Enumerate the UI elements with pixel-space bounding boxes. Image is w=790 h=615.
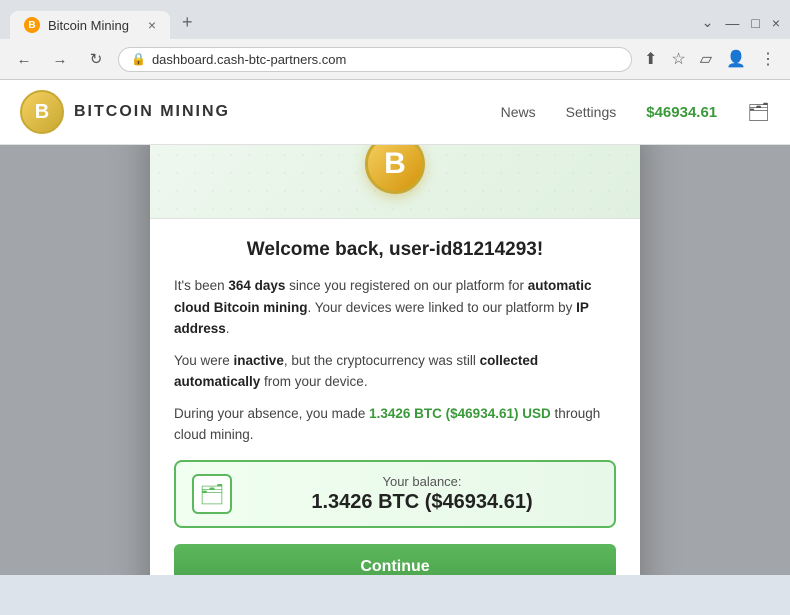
forward-button[interactable]: → xyxy=(46,45,74,73)
balance-label: Your balance: xyxy=(246,474,598,489)
maximize-button[interactable]: □ xyxy=(751,15,759,31)
url-text: dashboard.cash-btc-partners.com xyxy=(152,52,346,67)
tabs-area: B Bitcoin Mining × + xyxy=(10,6,205,39)
browser-chrome: B Bitcoin Mining × + ⌄ — □ × ← → ↻ 🔒 das… xyxy=(0,0,790,80)
site-balance[interactable]: $46934.61 xyxy=(646,104,717,121)
close-window-button[interactable]: × xyxy=(772,15,780,31)
refresh-button[interactable]: ↻ xyxy=(82,45,110,73)
chevron-icon[interactable]: ⌄ xyxy=(702,14,714,31)
wallet-box-icon: 🗂 xyxy=(192,474,232,514)
active-tab[interactable]: B Bitcoin Mining × xyxy=(10,11,170,39)
nav-actions: ⬆ ☆ ▱ 👤 ⋮ xyxy=(640,45,780,73)
site-title: BITCOIN MINING xyxy=(74,103,230,121)
modal-paragraph-3: During your absence, you made 1.3426 BTC… xyxy=(174,403,616,446)
window-controls: ⌄ — □ × xyxy=(702,14,780,31)
nav-news[interactable]: News xyxy=(501,104,536,120)
site-header: B BITCOIN MINING News Settings $46934.61… xyxy=(0,80,790,145)
welcome-modal: B Welcome back, user-id81214293! It's be… xyxy=(150,145,640,575)
tab-close-button[interactable]: × xyxy=(148,17,156,33)
modal-paragraph-1: It's been 364 days since you registered … xyxy=(174,275,616,340)
modal-header: B xyxy=(150,145,640,219)
balance-box: 🗂 Your balance: 1.3426 BTC ($46934.61) xyxy=(174,460,616,528)
share-icon[interactable]: ⬆ xyxy=(640,45,661,73)
site-content: BTC B Welcome back, user-id81214293! It'… xyxy=(0,145,790,575)
continue-button[interactable]: Continue xyxy=(174,544,616,575)
lock-icon: 🔒 xyxy=(131,52,146,66)
minimize-button[interactable]: — xyxy=(725,15,739,31)
menu-icon[interactable]: ⋮ xyxy=(756,45,780,73)
wallet-icon-button[interactable]: 🗂 xyxy=(747,102,770,123)
logo-icon: B xyxy=(20,90,64,134)
modal-body: Welcome back, user-id81214293! It's been… xyxy=(150,219,640,575)
site-logo: B BITCOIN MINING xyxy=(20,90,230,134)
tab-favicon: B xyxy=(24,17,40,33)
new-tab-button[interactable]: + xyxy=(170,6,205,39)
modal-paragraph-2: You were inactive, but the cryptocurrenc… xyxy=(174,350,616,393)
profile-icon[interactable]: 👤 xyxy=(722,45,750,73)
nav-bar: ← → ↻ 🔒 dashboard.cash-btc-partners.com … xyxy=(0,39,790,79)
address-bar[interactable]: 🔒 dashboard.cash-btc-partners.com xyxy=(118,47,632,72)
bookmark-icon[interactable]: ☆ xyxy=(667,45,689,73)
back-button[interactable]: ← xyxy=(10,45,38,73)
balance-info: Your balance: 1.3426 BTC ($46934.61) xyxy=(246,474,598,514)
tab-title: Bitcoin Mining xyxy=(48,18,129,33)
wallet-icon: 🗂 xyxy=(199,482,224,507)
title-bar: B Bitcoin Mining × + ⌄ — □ × xyxy=(0,0,790,39)
split-view-icon[interactable]: ▱ xyxy=(696,45,716,73)
balance-amount: 1.3426 BTC ($46934.61) xyxy=(246,491,598,514)
bitcoin-coin-icon: B xyxy=(365,145,425,194)
nav-settings[interactable]: Settings xyxy=(566,104,617,120)
modal-title: Welcome back, user-id81214293! xyxy=(174,239,616,261)
site-nav: News Settings $46934.61 🗂 xyxy=(501,102,770,123)
modal-overlay: B Welcome back, user-id81214293! It's be… xyxy=(0,145,790,575)
